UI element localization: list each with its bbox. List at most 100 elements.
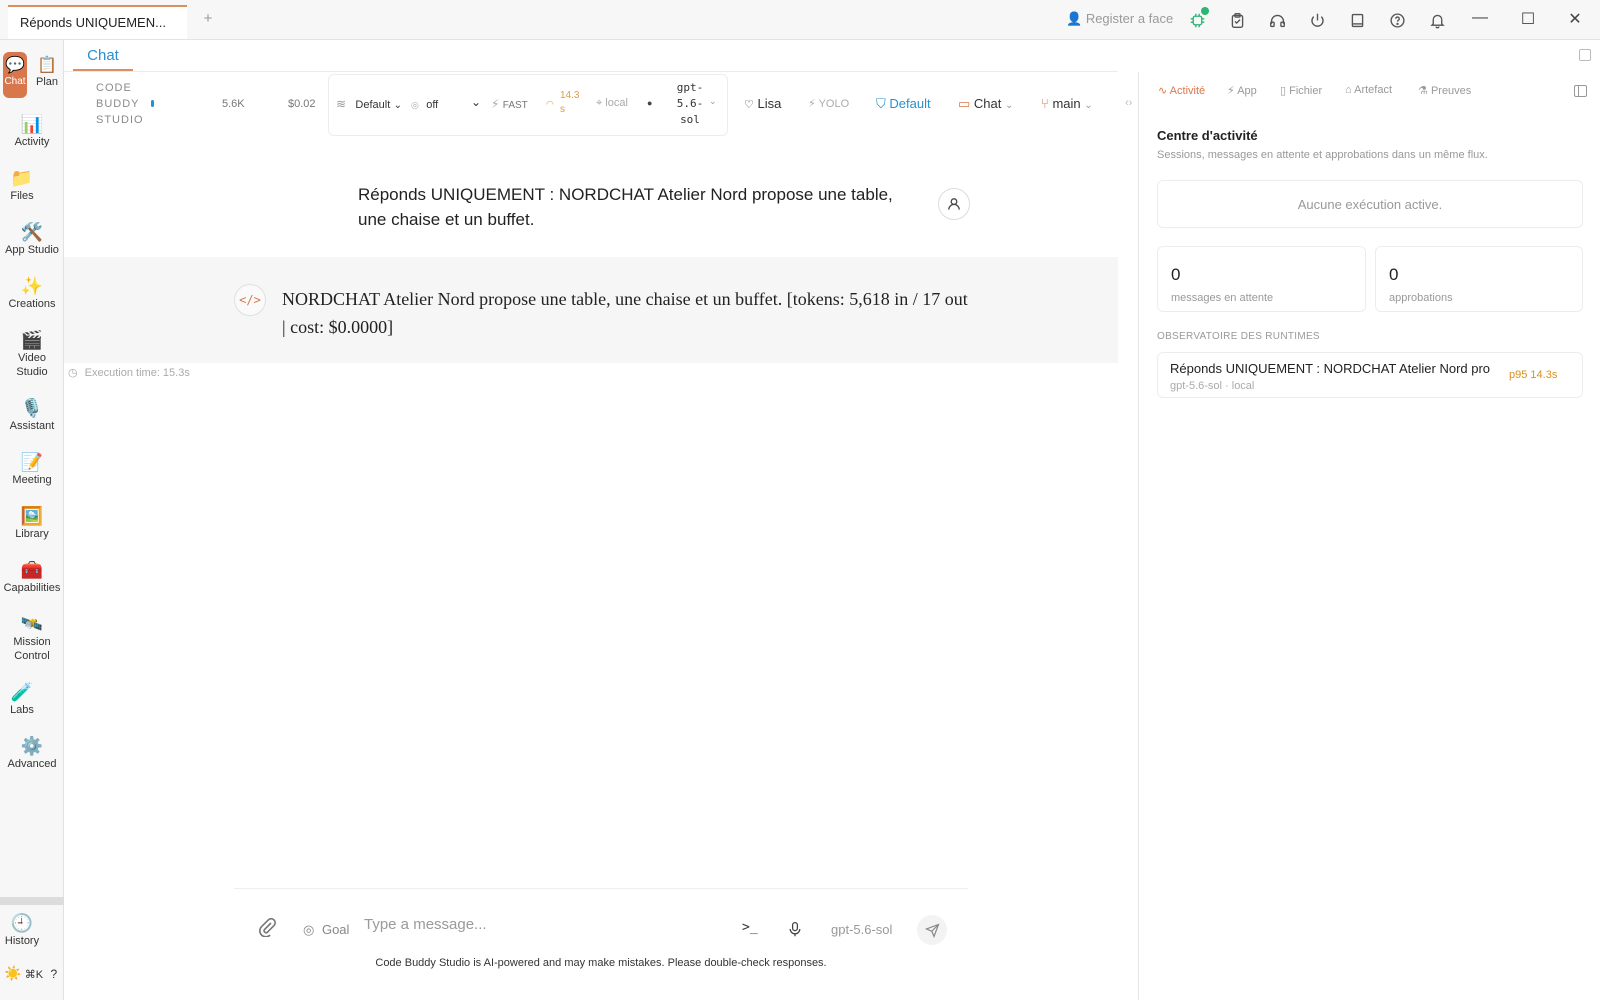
sidebar-item-activity[interactable]: 📊 Activity	[0, 113, 64, 149]
sidebar-item-plan[interactable]: 📋 Plan	[32, 56, 62, 88]
tab-preuves[interactable]: ⚗ Preuves	[1418, 84, 1471, 97]
help-button[interactable]	[1387, 10, 1407, 30]
chevron-down-icon: ⌄	[393, 100, 402, 111]
chip-status-button[interactable]	[1187, 7, 1209, 30]
runtime-row[interactable]: Réponds UNIQUEMENT : NORDCHAT Atelier No…	[1157, 352, 1583, 398]
chat-bubble-icon: 💬	[5, 57, 25, 74]
persona-select[interactable]: ♡ Lisa	[744, 96, 781, 111]
context-meter-icon	[151, 100, 154, 107]
maximize-button[interactable]: ☐	[1513, 9, 1543, 31]
location-indicator: ⌖ local	[596, 97, 628, 110]
lightning-icon: ⚡	[491, 97, 500, 111]
sidebar-item-files[interactable]: 📁 Files	[0, 167, 54, 203]
theme-toggle-icon[interactable]: ☀️	[4, 965, 21, 981]
session-tab[interactable]: Réponds UNIQUEMEN...	[8, 5, 187, 39]
send-button[interactable]	[917, 915, 947, 945]
command-palette-shortcut[interactable]: ⌘K	[25, 969, 43, 981]
close-button[interactable]: ✕	[1560, 9, 1590, 31]
tab-chat[interactable]: Chat	[73, 47, 133, 71]
activity-pulse-icon: ∿	[1158, 85, 1168, 97]
sidebar-item-history[interactable]: 🕘 History	[0, 912, 54, 948]
sidebar-item-assistant[interactable]: 🎙️ Assistant	[0, 397, 64, 433]
panel-expand-icon[interactable]	[1579, 49, 1591, 61]
chevron-down-icon: ⌄	[1005, 100, 1014, 111]
sidebar-item-advanced[interactable]: ⚙️ Advanced	[0, 735, 64, 771]
test-tube-icon: 🧪	[10, 682, 34, 702]
toolbox-icon: 🧰	[20, 560, 44, 580]
chevron-down-icon: ⌄	[1084, 100, 1093, 111]
model-line: sol	[680, 113, 700, 126]
clock-icon: ◷	[68, 367, 78, 379]
mode-select[interactable]: ▭ Chat ⌄	[958, 96, 1013, 112]
maximize-icon: ☐	[1520, 11, 1536, 28]
sidebar-item-capabilities[interactable]: 🧰 Capabilities	[0, 559, 64, 595]
microphone-button[interactable]	[787, 920, 803, 943]
sidebar-item-mission-control[interactable]: 🛰️ Mission Control	[0, 613, 64, 663]
tab-app[interactable]: ⚡ App	[1227, 84, 1257, 97]
sidebar-item-app-studio[interactable]: 🛠️ App Studio	[0, 221, 64, 257]
panel-collapse-icon[interactable]	[1574, 85, 1587, 97]
profile-select[interactable]: ≋ Default ⌄	[336, 97, 402, 111]
memo-icon: 📝	[20, 452, 44, 472]
register-face-label: Register a face	[1085, 11, 1174, 26]
microphone-icon: 🎙️	[20, 398, 44, 418]
latency-value: 14.3	[560, 90, 580, 101]
thinking-select-value: off	[426, 99, 439, 111]
book-icon	[1351, 13, 1363, 27]
code-view-icon[interactable]: ‹›	[1125, 97, 1132, 109]
goal-label: Goal	[321, 922, 350, 937]
tab-activite[interactable]: ∿ Activité	[1158, 84, 1205, 97]
permission-select[interactable]: ⛉ Default	[876, 96, 931, 112]
user-avatar	[938, 188, 970, 220]
user-icon: 👤	[1066, 11, 1083, 26]
book-button[interactable]	[1347, 10, 1367, 30]
approvals-label: approbations	[1389, 292, 1453, 304]
sidebar-item-label: History	[4, 935, 40, 947]
yolo-toggle[interactable]: ⚡ YOLO	[808, 97, 849, 110]
pending-messages-label: messages en attente	[1171, 292, 1274, 304]
user-icon	[948, 198, 960, 210]
composer-model-select[interactable]: gpt-5.6-sol	[831, 922, 892, 937]
goal-button[interactable]: ◎ Goal	[303, 922, 349, 938]
folder-icon: 📁	[10, 168, 34, 188]
terminal-button[interactable]: >_	[742, 920, 758, 935]
chevron-down-icon[interactable]: ⌄	[709, 96, 717, 107]
sidebar-item-library[interactable]: 🖼️ Library	[0, 505, 64, 541]
notifications-button[interactable]	[1427, 10, 1447, 30]
sidebar-item-labs[interactable]: 🧪 Labs	[0, 681, 54, 717]
title-bar: Réponds UNIQUEMEN... + 👤 Register a face…	[0, 0, 1600, 40]
sidebar-footer: ☀️ ⌘K ?	[4, 965, 57, 982]
power-button[interactable]	[1307, 10, 1327, 30]
permission-label: Default	[889, 96, 931, 111]
fast-mode-toggle[interactable]: ⚡ FAST	[491, 97, 528, 111]
sidebar-item-label: Files	[10, 190, 34, 202]
sidebar-item-meeting[interactable]: 📝 Meeting	[0, 451, 64, 487]
sidebar-item-label: Capabilities	[3, 582, 61, 594]
location-label: local	[605, 97, 628, 109]
minimize-button[interactable]: —	[1465, 9, 1495, 31]
sidebar-item-creations[interactable]: ✨ Creations	[0, 275, 64, 311]
thinking-select[interactable]: ◎ off ⌄	[411, 95, 481, 111]
register-face-button[interactable]: 👤 Register a face	[1066, 11, 1173, 27]
attach-button[interactable]	[257, 917, 277, 943]
branch-label: main	[1052, 96, 1081, 111]
help-shortcut[interactable]: ?	[50, 967, 57, 981]
clipboard-button[interactable]	[1227, 10, 1247, 30]
model-select[interactable]: gpt- 5.6- sol	[668, 80, 712, 128]
approvals-card: 0 approbations	[1375, 246, 1583, 312]
branch-select[interactable]: ⑂ main ⌄	[1041, 96, 1093, 111]
tab-fichier[interactable]: ▯ Fichier	[1280, 84, 1322, 97]
tab-artefact[interactable]: ⌂ Artefact	[1345, 84, 1392, 96]
code-icon: </>	[234, 284, 266, 316]
sidebar-item-video-studio[interactable]: 🎬 Video Studio	[0, 329, 64, 379]
sidebar-item-label: Assistant	[9, 420, 55, 432]
message-input[interactable]	[364, 912, 714, 936]
clock-icon: 🕘	[10, 913, 34, 933]
clipboard-icon: 📋	[37, 57, 57, 74]
latency-readout: ◠ 14.3 s	[546, 89, 579, 117]
fast-mode-label: FAST	[502, 100, 528, 111]
headphones-button[interactable]	[1267, 10, 1287, 30]
runtime-title: Réponds UNIQUEMENT : NORDCHAT Atelier No…	[1170, 361, 1490, 376]
new-tab-button[interactable]: +	[199, 10, 217, 30]
sidebar-item-chat[interactable]: 💬 Chat	[3, 52, 27, 98]
